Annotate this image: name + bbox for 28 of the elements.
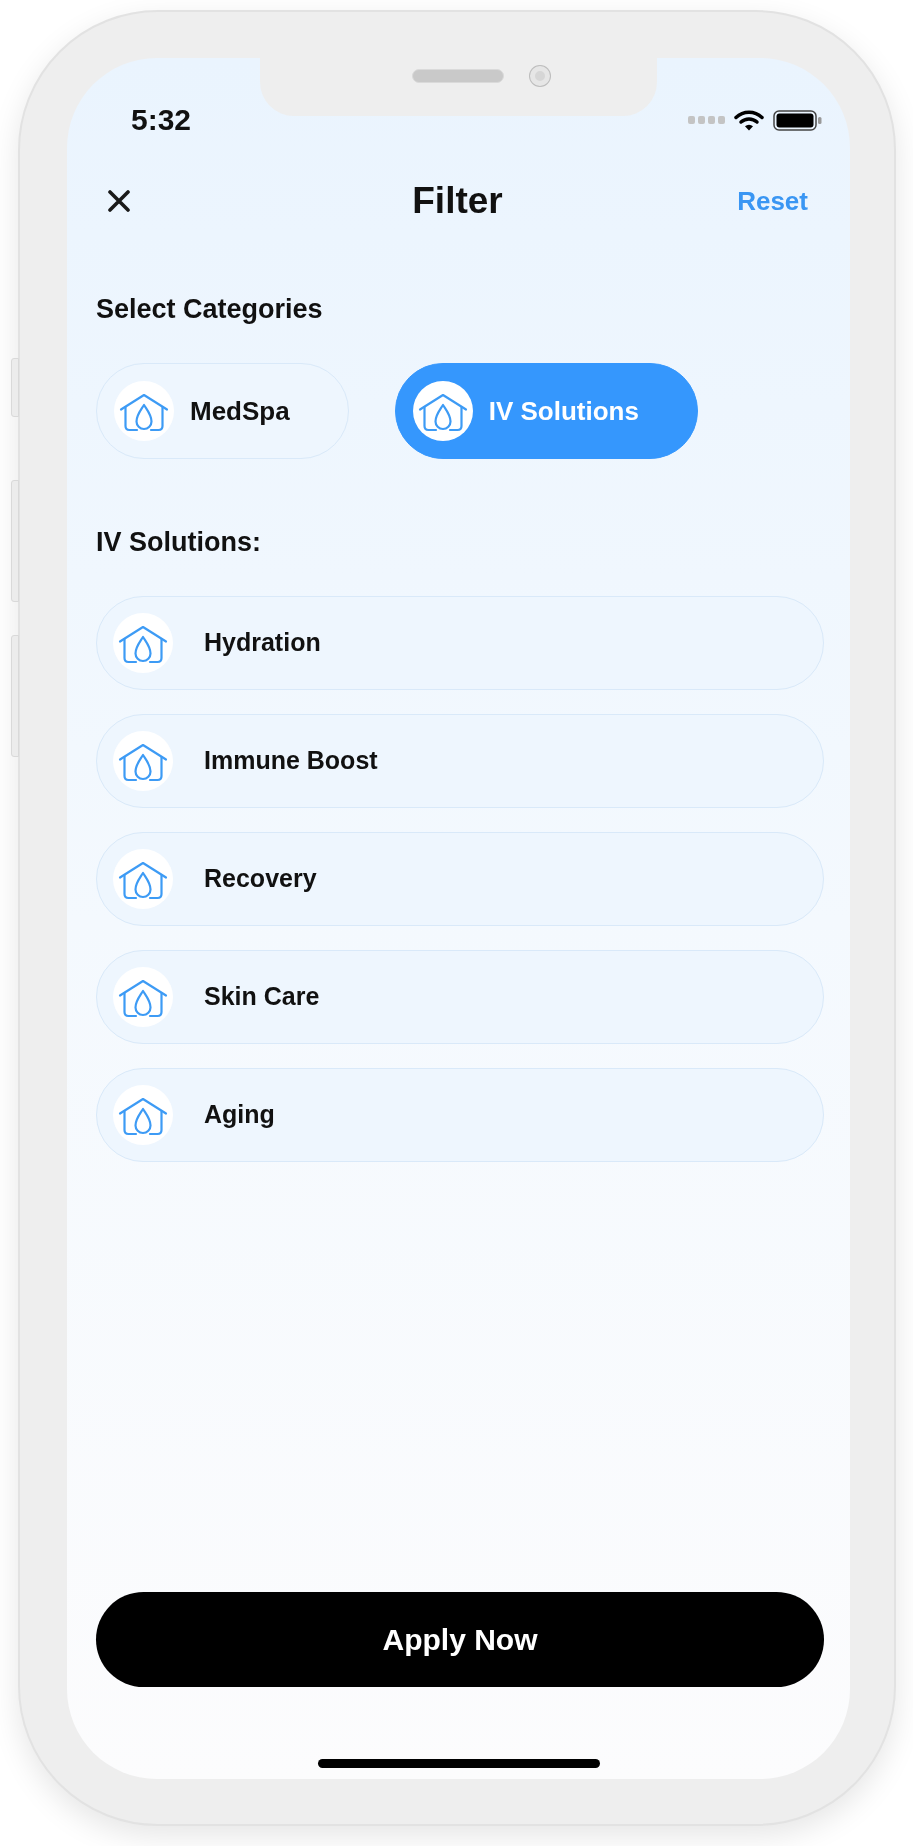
section-heading: Select Categories xyxy=(96,293,324,326)
screen-title: Filter xyxy=(412,179,503,223)
category-chip[interactable]: MedSpa xyxy=(96,363,349,459)
wifi-icon xyxy=(734,109,764,131)
status-time: 5:32 xyxy=(131,103,192,137)
house-drop-icon xyxy=(113,849,173,909)
side-button[interactable] xyxy=(11,358,19,417)
signal-dots-icon xyxy=(688,116,725,124)
subcategory-item[interactable]: Hydration xyxy=(96,596,824,690)
speaker-grille-icon xyxy=(412,69,504,83)
apply-button[interactable]: Apply Now xyxy=(96,1592,824,1687)
close-icon xyxy=(107,190,131,212)
camera-icon xyxy=(530,66,550,86)
side-button[interactable] xyxy=(11,480,19,602)
close-button[interactable] xyxy=(107,190,131,212)
subcategory-item[interactable]: Recovery xyxy=(96,832,824,926)
house-drop-icon xyxy=(113,731,173,791)
house-drop-icon xyxy=(114,381,174,441)
section-heading: IV Solutions: xyxy=(96,526,262,559)
house-drop-icon xyxy=(412,381,473,441)
subcategory-item[interactable]: Aging xyxy=(96,1068,824,1162)
subcategory-item[interactable]: Skin Care xyxy=(96,950,824,1044)
house-drop-icon xyxy=(113,967,173,1027)
side-button[interactable] xyxy=(11,635,19,757)
house-drop-icon xyxy=(113,613,173,673)
battery-icon xyxy=(773,109,822,131)
house-drop-icon xyxy=(113,1085,173,1145)
subcategory-item[interactable]: Immune Boost xyxy=(96,714,824,808)
